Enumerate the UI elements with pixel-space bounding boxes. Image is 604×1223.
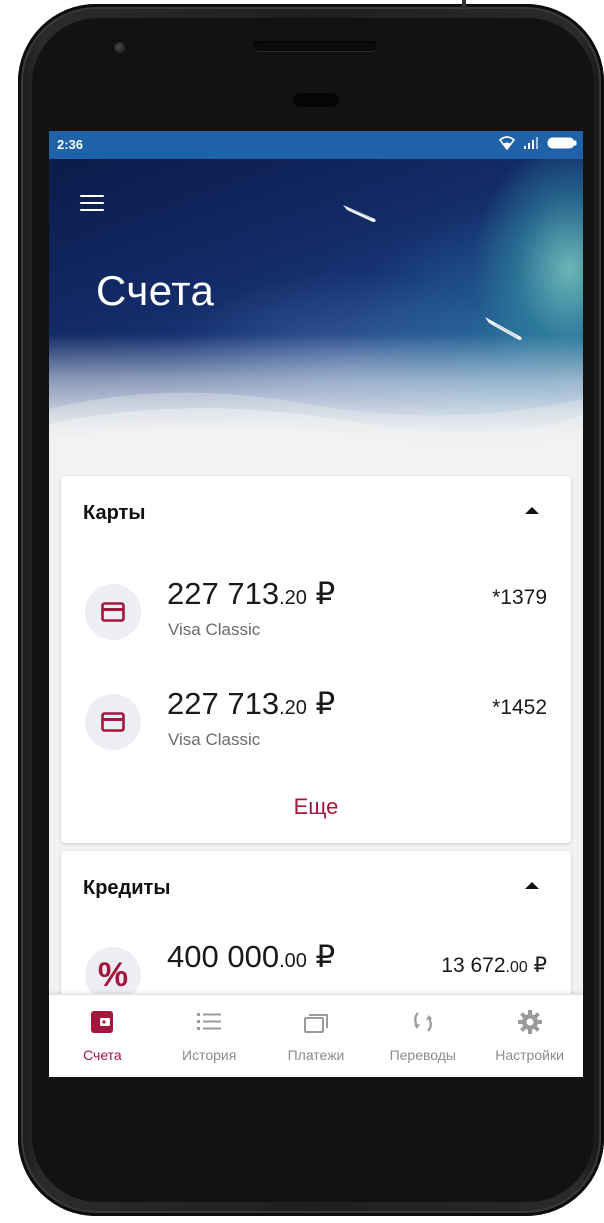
nav-item-history[interactable]: История xyxy=(156,995,263,1077)
section-title: Карты xyxy=(83,502,146,524)
more-button[interactable]: Еще xyxy=(61,794,571,820)
nav-item-transfers[interactable]: Переводы xyxy=(369,995,476,1077)
balance-main: 227 713 xyxy=(167,576,280,611)
banner-fade xyxy=(49,334,583,464)
proximity-sensor xyxy=(293,93,339,107)
list-icon xyxy=(197,1013,222,1030)
card-number: *1452 xyxy=(492,696,547,719)
currency-symbol: ₽ xyxy=(533,954,547,977)
wallet-icon xyxy=(91,1011,114,1033)
payment-main: 13 672 xyxy=(441,954,506,977)
credit-payment: 13 672.00 ₽ xyxy=(441,953,547,978)
card-account-row[interactable]: 227 713.20 ₽ Visa Classic *1379 xyxy=(61,572,571,662)
menu-icon[interactable] xyxy=(80,195,104,213)
credit-card-icon xyxy=(85,584,141,640)
signal-icon xyxy=(524,137,538,149)
status-bar: 2:36 xyxy=(49,131,583,159)
front-camera xyxy=(113,41,127,55)
boat-icon-2 xyxy=(485,317,522,340)
balance-main: 227 713 xyxy=(167,686,280,721)
balance-cents: .20 xyxy=(279,587,307,609)
cards-section: Карты 227 713.20 ₽ Visa Classic *1379 22… xyxy=(61,476,571,843)
battery-icon xyxy=(547,137,577,149)
nav-label: Переводы xyxy=(389,1047,456,1063)
gear-icon xyxy=(517,1010,542,1034)
credit-amount-main: 400 000 xyxy=(167,939,280,974)
collapse-arrow-icon[interactable] xyxy=(525,507,539,514)
currency-symbol: ₽ xyxy=(315,686,336,721)
credit-amount: 400 000.00 ₽ xyxy=(167,939,335,975)
nav-label: Настройки xyxy=(495,1047,564,1063)
card-number: *1379 xyxy=(492,586,547,609)
nav-item-accounts[interactable]: Счета xyxy=(49,995,156,1077)
card-balance: 227 713.20 ₽ xyxy=(167,686,335,722)
card-balance: 227 713.20 ₽ xyxy=(167,576,335,612)
nav-label: История xyxy=(182,1047,237,1063)
nav-item-payments[interactable]: Платежи xyxy=(263,995,370,1077)
app-screen: 2:36 Счета Карты 227 713.20 ₽ Visa Class… xyxy=(49,131,583,1077)
credit-card-icon xyxy=(85,694,141,750)
balance-cents: .20 xyxy=(279,697,307,719)
currency-symbol: ₽ xyxy=(315,576,336,611)
credit-amount-cents: .00 xyxy=(279,950,307,972)
phone-side-button xyxy=(462,0,466,10)
card-name: Visa Classic xyxy=(168,620,261,639)
wifi-icon xyxy=(499,136,515,150)
boat-icon xyxy=(343,205,376,222)
status-icons xyxy=(499,136,577,150)
nav-label: Счета xyxy=(83,1047,122,1063)
bottom-navigation: Счета История Платежи Переводы Настройки xyxy=(49,994,583,1077)
nav-label: Платежи xyxy=(287,1047,345,1063)
status-time: 2:36 xyxy=(57,137,84,152)
page-title: Счета xyxy=(96,267,215,314)
card-name: Visa Classic xyxy=(168,730,261,749)
currency-symbol: ₽ xyxy=(315,939,336,974)
payment-cents: .00 xyxy=(505,959,528,976)
header-banner: Счета xyxy=(49,159,583,464)
card-account-row[interactable]: 227 713.20 ₽ Visa Classic *1452 xyxy=(61,682,571,772)
earpiece-speaker xyxy=(253,41,377,51)
section-title: Кредиты xyxy=(83,877,171,899)
nav-item-settings[interactable]: Настройки xyxy=(476,995,583,1077)
collapse-arrow-icon[interactable] xyxy=(525,882,539,889)
cards-icon xyxy=(303,1014,328,1033)
sync-icon xyxy=(413,1012,432,1032)
